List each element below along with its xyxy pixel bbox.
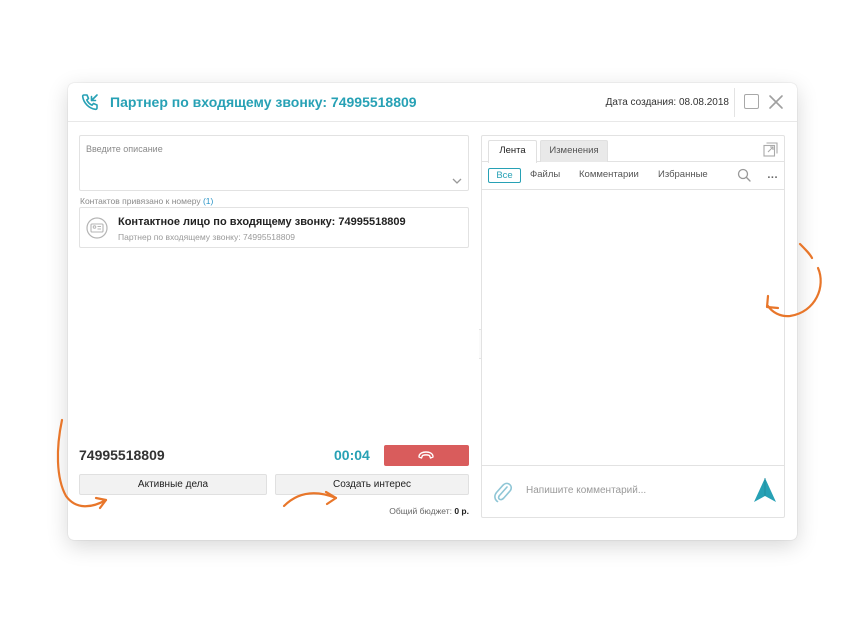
description-field[interactable]: Введите описание (79, 135, 469, 191)
activity-feed-panel: Лента Изменения Все Файлы Комментарии Из… (481, 135, 785, 518)
contact-card[interactable]: Контактное лицо по входящему звонку: 749… (79, 207, 469, 248)
header-divider (734, 88, 735, 117)
hangup-button[interactable] (384, 445, 469, 466)
tab-feed[interactable]: Лента (488, 140, 537, 163)
chevron-down-icon[interactable] (452, 178, 462, 185)
maximize-icon[interactable] (744, 94, 759, 109)
feed-filters: Все Файлы Комментарии Избранные ... (482, 162, 784, 190)
hangup-icon (418, 451, 434, 459)
filter-all[interactable]: Все (488, 168, 521, 183)
creation-date-value: 08.08.2018 (678, 97, 729, 108)
filter-comments[interactable]: Комментарии (579, 169, 639, 180)
call-timer: 00:04 (334, 447, 370, 463)
phone-incoming-icon (81, 94, 98, 111)
filter-favorites[interactable]: Избранные (658, 169, 708, 180)
paperclip-icon[interactable] (492, 480, 514, 504)
contacts-linked-text: Контактов привязано к номеру (80, 196, 201, 206)
close-icon[interactable] (767, 93, 785, 111)
filter-files[interactable]: Файлы (530, 169, 560, 180)
creation-date: Дата создания: 08.08.2018 (606, 97, 729, 108)
total-budget-label: Общий бюджет: (389, 506, 452, 516)
tab-changes[interactable]: Изменения (540, 140, 608, 162)
more-options-icon[interactable]: ... (767, 169, 778, 181)
comment-input[interactable]: Напишите комментарий... (526, 485, 646, 496)
window-header: Партнер по входящему звонку: 74995518809… (68, 83, 797, 122)
description-placeholder: Введите описание (86, 144, 163, 154)
call-details-panel: Введите описание Контактов привязано к н… (79, 135, 469, 518)
page-title: Партнер по входящему звонку: 74995518809 (110, 94, 417, 110)
total-budget: Общий бюджет: 0 р. (389, 506, 469, 516)
contact-card-icon (86, 217, 108, 239)
contacts-linked-count[interactable]: (1) (203, 196, 213, 206)
comment-composer: Напишите комментарий... (482, 465, 784, 517)
send-icon[interactable] (752, 477, 778, 503)
contact-company: Партнер по входящему звонку: 74995518809 (118, 232, 295, 242)
annotation-arrow-icon (56, 418, 108, 510)
search-icon[interactable] (737, 168, 751, 182)
popout-icon[interactable] (763, 142, 778, 157)
feed-list (482, 190, 784, 465)
call-card-window: Партнер по входящему звонку: 74995518809… (68, 83, 797, 540)
total-budget-value: 0 р. (454, 506, 469, 516)
feed-tabs: Лента Изменения (482, 136, 784, 163)
contact-name[interactable]: Контактное лицо по входящему звонку: 749… (118, 216, 406, 228)
annotation-arrow-icon (282, 490, 338, 508)
creation-date-label: Дата создания: (605, 97, 677, 108)
annotation-arrow-icon (765, 242, 822, 318)
contacts-linked-label: Контактов привязано к номеру (1) (80, 196, 213, 206)
